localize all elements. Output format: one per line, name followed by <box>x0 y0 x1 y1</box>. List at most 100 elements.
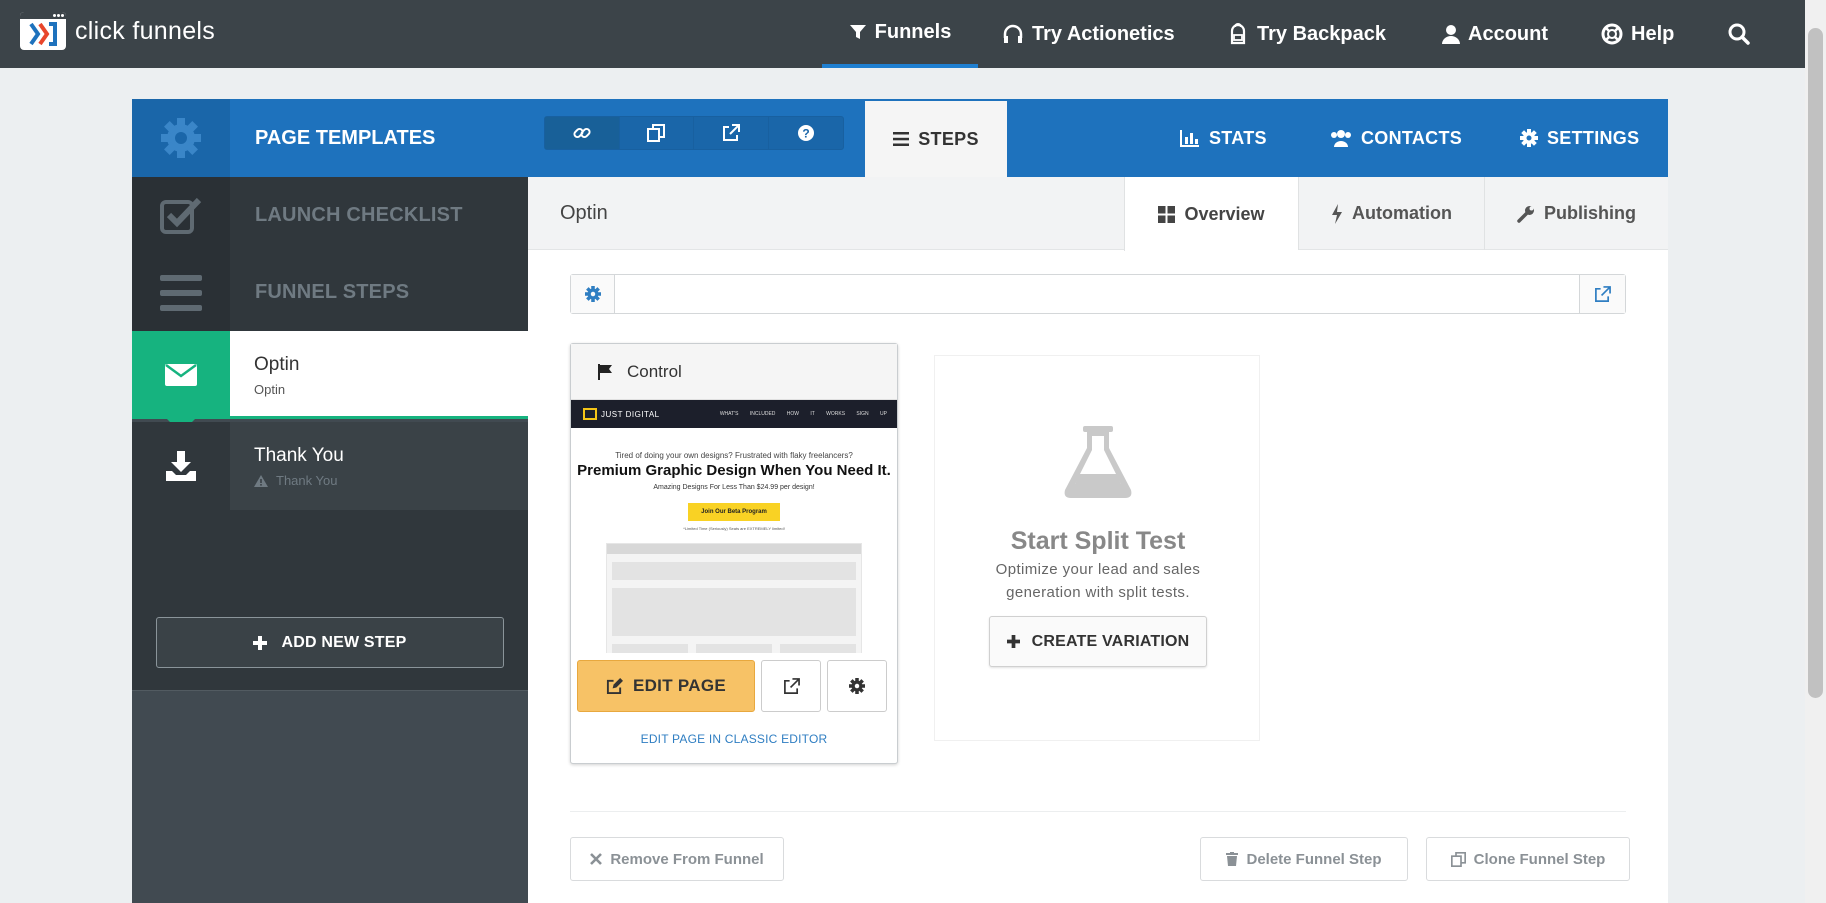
delete-funnel-step-button[interactable]: Delete Funnel Step <box>1200 837 1408 881</box>
tab-steps-label: STEPS <box>918 128 979 149</box>
funnel-step-thank-you[interactable]: Thank You Thank You <box>132 422 528 524</box>
remove-from-funnel-button[interactable]: Remove From Funnel <box>570 837 784 881</box>
nav-try-backpack[interactable]: Try Backpack <box>1227 0 1386 68</box>
open-url-button[interactable] <box>1579 275 1625 313</box>
panel-gear-cell[interactable] <box>132 99 230 177</box>
page-templates-title[interactable]: PAGE TEMPLATES <box>255 99 435 177</box>
edit-icon <box>606 677 623 694</box>
close-icon <box>590 853 603 865</box>
create-variation-button[interactable]: CREATE VARIATION <box>989 616 1207 667</box>
page-url-bar <box>570 274 1626 314</box>
funnel-step-optin[interactable]: Optin Optin <box>132 331 528 433</box>
logo-text: click funnels <box>75 16 216 45</box>
trash-icon <box>1226 852 1239 866</box>
wrench-icon <box>1517 205 1534 223</box>
preview-logo-icon <box>583 408 597 420</box>
clickfunnels-logo[interactable]: click funnels <box>20 12 215 50</box>
page-settings-button[interactable] <box>827 660 887 712</box>
edit-page-button[interactable]: EDIT PAGE <box>577 660 755 712</box>
preview-fine-print: *Limited Time (Seriously) Seats are EXTR… <box>683 526 785 531</box>
edit-classic-editor-link[interactable]: EDIT PAGE IN CLASSIC EDITOR <box>571 732 897 746</box>
clone-funnel-button[interactable] <box>620 117 694 149</box>
plus-icon <box>253 635 268 650</box>
nav-help-label: Help <box>1631 22 1675 45</box>
copy-icon <box>647 124 666 142</box>
envelope-icon <box>165 363 197 386</box>
preview-screenshot <box>606 543 862 653</box>
tab-overview[interactable]: Overview <box>1124 177 1298 251</box>
step-subtitle: Optin <box>254 382 286 397</box>
copy-icon <box>1450 851 1466 867</box>
sidebar-item-funnel-steps[interactable]: FUNNEL STEPS <box>132 254 528 331</box>
tab-contacts[interactable]: CONTACTS <box>1330 99 1462 177</box>
backpack-icon <box>1230 23 1246 45</box>
help-button[interactable]: ? <box>769 117 844 149</box>
download-icon <box>166 451 196 481</box>
create-variation-label: CREATE VARIATION <box>1031 632 1190 650</box>
warning-icon <box>254 474 268 487</box>
funnel-tools-group: ? <box>544 116 844 150</box>
gear-icon <box>1520 129 1538 147</box>
clone-funnel-step-button[interactable]: Clone Funnel Step <box>1426 837 1630 881</box>
gear-icon <box>584 286 601 302</box>
edit-page-label: EDIT PAGE <box>632 676 727 695</box>
nav-funnels-label: Funnels <box>874 20 952 43</box>
add-new-step-label: ADD NEW STEP <box>281 633 407 651</box>
tab-automation[interactable]: Automation <box>1298 177 1484 250</box>
lifebuoy-icon <box>1601 23 1623 45</box>
preview-cta-button: Join Our Beta Program <box>688 503 780 521</box>
checkbox-icon <box>160 197 202 234</box>
panel-header: PAGE TEMPLATES ? STEPS STATS CONTACTS SE… <box>132 99 1668 177</box>
url-settings-button[interactable] <box>571 275 615 313</box>
copy-link-button[interactable] <box>545 117 620 149</box>
preview-page-button[interactable] <box>761 660 821 712</box>
sidebar: LAUNCH CHECKLIST FUNNEL STEPS Optin Opti… <box>132 177 528 903</box>
user-icon <box>1442 25 1460 44</box>
flag-icon <box>598 363 612 380</box>
bolt-icon <box>1332 203 1342 224</box>
bars-icon <box>160 274 202 311</box>
external-link-icon <box>783 677 800 694</box>
preview-intro-text: Tired of doing your own designs? Frustra… <box>615 451 853 460</box>
preview-subheadline: Amazing Designs For Less Than $24.99 per… <box>653 484 815 491</box>
remove-from-funnel-label: Remove From Funnel <box>610 850 764 868</box>
filter-icon <box>849 25 866 39</box>
nav-try-backpack-label: Try Backpack <box>1257 22 1386 45</box>
preview-nav-links: WHAT'S INCLUDED HOW IT WORKS SIGN UP <box>719 411 887 417</box>
question-icon: ? <box>797 125 814 141</box>
external-link-icon <box>1595 285 1611 302</box>
split-test-title: Start Split Test <box>1010 527 1186 555</box>
tab-stats[interactable]: STATS <box>1180 99 1267 177</box>
external-link-icon <box>722 124 740 141</box>
page-preview-thumbnail[interactable]: JUST DIGITAL WHAT'S INCLUDED HOW IT WORK… <box>571 399 897 653</box>
plus-icon <box>1006 635 1020 648</box>
link-icon <box>573 127 591 139</box>
nav-funnels[interactable]: Funnels <box>822 0 978 68</box>
nav-account[interactable]: Account <box>1442 0 1548 68</box>
page-scrollbar[interactable] <box>1805 0 1826 903</box>
clone-funnel-step-label: Clone Funnel Step <box>1473 850 1606 868</box>
search-button[interactable] <box>1728 0 1758 68</box>
step-content: Optin Overview Automation Publishing Con… <box>528 177 1668 903</box>
tab-settings[interactable]: SETTINGS <box>1520 99 1639 177</box>
tab-overview-label: Overview <box>1184 203 1265 224</box>
scrollbar-thumb[interactable] <box>1808 28 1823 698</box>
open-funnel-button[interactable] <box>694 117 769 149</box>
control-label: Control <box>627 361 682 381</box>
page-url-input[interactable] <box>616 275 1579 313</box>
add-new-step-button[interactable]: ADD NEW STEP <box>156 617 504 668</box>
tab-steps[interactable]: STEPS <box>865 101 1007 177</box>
logo-icon <box>20 12 66 50</box>
gear-icon <box>161 118 201 158</box>
sidebar-item-launch-checklist[interactable]: LAUNCH CHECKLIST <box>132 177 528 254</box>
control-variation-card: Control JUST DIGITAL WHAT'S INCLUDED HOW… <box>570 343 898 764</box>
tab-stats-label: STATS <box>1209 127 1267 148</box>
split-test-card: Start Split Test Optimize your lead and … <box>934 355 1260 741</box>
step-title: Thank You <box>254 445 344 466</box>
tab-publishing-label: Publishing <box>1544 203 1636 223</box>
tab-publishing[interactable]: Publishing <box>1484 177 1668 250</box>
content-header: Optin Overview Automation Publishing <box>528 177 1668 251</box>
step-subtitle: Thank You <box>276 473 338 488</box>
nav-try-actionetics[interactable]: Try Actionetics <box>1002 0 1175 68</box>
nav-help[interactable]: Help <box>1601 0 1674 68</box>
